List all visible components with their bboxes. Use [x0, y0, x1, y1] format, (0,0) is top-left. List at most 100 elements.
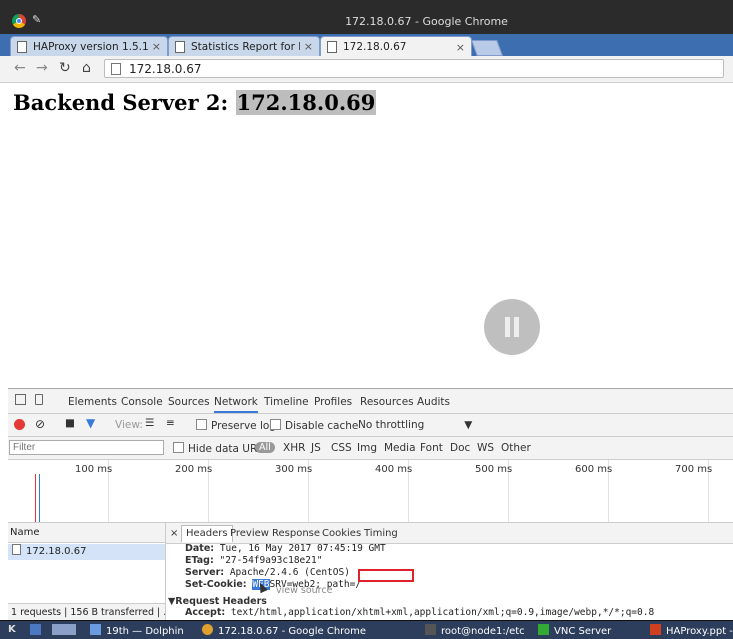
inspect-element-icon[interactable]	[15, 394, 26, 405]
address-bar[interactable]: 172.18.0.67	[104, 59, 724, 78]
close-icon[interactable]: ×	[304, 40, 313, 53]
tab-active-page[interactable]: 172.18.0.67 ×	[320, 36, 472, 57]
filter-font[interactable]: Font	[420, 442, 443, 454]
taskbar-dolphin[interactable]: 19th — Dolphin	[90, 624, 184, 637]
timeline-label: 200 ms	[175, 464, 213, 475]
timeline-label: 700 ms	[675, 464, 713, 475]
browser-toolbar: ← → ↻ ⌂ 172.18.0.67	[0, 56, 733, 83]
tab-console[interactable]: Console	[121, 396, 163, 408]
clear-icon[interactable]: ⊘	[35, 417, 45, 431]
timeline-label: 500 ms	[475, 464, 513, 475]
close-detail-icon[interactable]: ×	[170, 528, 178, 539]
header-value: Tue, 16 May 2017 07:45:19 GMT	[214, 543, 386, 554]
back-arrow-icon[interactable]: ←	[14, 60, 26, 76]
header-set-cookie: Set-Cookie: WEBSRV=web2; path=/	[185, 579, 361, 590]
reload-icon[interactable]: ↻	[59, 60, 71, 76]
list-view-icon[interactable]: ☰	[145, 417, 154, 429]
filter-all-label: All	[255, 442, 275, 453]
filter-xhr[interactable]: XHR	[283, 442, 305, 454]
device-mode-icon[interactable]	[35, 394, 43, 405]
timeline-label: 300 ms	[275, 464, 313, 475]
record-icon[interactable]	[14, 419, 25, 430]
tab-sources[interactable]: Sources	[168, 396, 210, 408]
chevron-down-icon: ▼	[464, 419, 473, 431]
disable-cache-checkbox[interactable]: Disable cache	[270, 419, 358, 432]
new-tab-button[interactable]	[471, 40, 503, 56]
tab-resources[interactable]: Resources	[360, 396, 414, 408]
timeline-label: 400 ms	[375, 464, 413, 475]
header-server: Server: Apache/2.4.6 (CentOS)	[185, 567, 350, 578]
tab-label: Statistics Report for HAProxy	[191, 40, 300, 53]
tab-timeline[interactable]: Timeline	[264, 396, 309, 408]
tab-haproxy-version[interactable]: HAProxy version 1.5.19 ×	[10, 36, 168, 56]
filter-js[interactable]: JS	[311, 442, 321, 454]
header-key: Set-Cookie:	[185, 579, 247, 590]
header-value: Apache/2.4.6 (CentOS)	[224, 567, 350, 578]
checkbox-icon	[196, 419, 207, 430]
tab-audits[interactable]: Audits	[417, 396, 450, 408]
taskbar-chrome[interactable]: 172.18.0.67 - Google Chrome	[202, 624, 366, 637]
kde-menu-icon[interactable]: K	[8, 624, 16, 635]
request-headers-section[interactable]: ▼Request Headers	[168, 596, 267, 607]
filter-other[interactable]: Other	[501, 442, 531, 454]
request-list: Name 172.18.0.67 1 requests | 156 B tran…	[8, 523, 166, 621]
request-row[interactable]: 172.18.0.67	[8, 544, 165, 560]
request-name: 172.18.0.67	[26, 546, 87, 557]
filter-input[interactable]	[9, 440, 164, 455]
chrome-icon	[202, 624, 213, 635]
tab-cookies[interactable]: Cookies	[322, 528, 361, 539]
taskbar: K 19th — Dolphin 172.18.0.67 - Google Ch…	[0, 620, 733, 639]
tab-timing[interactable]: Timing	[364, 528, 398, 539]
request-list-header[interactable]: Name	[8, 523, 165, 543]
preserve-log-label: Preserve log	[211, 420, 276, 432]
taskbar-terminal[interactable]: root@node1:/etc	[425, 624, 525, 637]
desktop-pager-icon[interactable]	[52, 624, 81, 637]
view-source-link[interactable]: view source	[276, 585, 332, 596]
waterfall-view-icon[interactable]: ≡	[166, 417, 175, 429]
preserve-log-checkbox[interactable]: Preserve log	[196, 419, 276, 432]
filter-ws[interactable]: WS	[477, 442, 494, 454]
forward-arrow-icon[interactable]: →	[36, 60, 48, 76]
terminal-icon	[425, 624, 436, 635]
pause-icon[interactable]	[484, 299, 540, 355]
address-url: 172.18.0.67	[129, 61, 202, 76]
window-titlebar: ✎ 172.18.0.67 - Google Chrome	[0, 0, 733, 34]
filter-all[interactable]: All	[255, 441, 275, 453]
camera-icon[interactable]: ■	[65, 417, 75, 429]
taskbar-item-label: VNC Server	[554, 626, 612, 637]
home-icon[interactable]: ⌂	[82, 60, 91, 76]
folder-icon	[90, 624, 101, 635]
header-date: Date: Tue, 16 May 2017 07:45:19 GMT	[185, 543, 386, 554]
throttling-select[interactable]: No throttling ▼	[358, 419, 472, 431]
tab-profiles[interactable]: Profiles	[314, 396, 352, 408]
tab-network[interactable]: Network	[214, 396, 258, 413]
window-title: 172.18.0.67 - Google Chrome	[345, 15, 508, 28]
tab-response[interactable]: Response	[272, 528, 320, 539]
filter-media[interactable]: Media	[384, 442, 416, 454]
taskbar-item-label: HAProxy.ppt -	[666, 626, 733, 637]
devtools-panel: Elements Console Sources Network Timelin…	[8, 388, 733, 621]
filter-icon[interactable]: ▼	[86, 416, 95, 430]
taskbar-powerpoint[interactable]: HAProxy.ppt -	[650, 624, 733, 637]
filter-doc[interactable]: Doc	[450, 442, 470, 454]
close-icon[interactable]: ×	[152, 40, 161, 53]
taskbar-vnc[interactable]: VNC Server	[538, 624, 611, 637]
tab-preview[interactable]: Preview	[230, 528, 269, 539]
disable-cache-label: Disable cache	[285, 420, 359, 432]
document-icon	[175, 40, 185, 53]
tab-statistics-report[interactable]: Statistics Report for HAProxy ×	[168, 36, 320, 56]
taskbar-item-label: root@node1:/etc	[441, 626, 525, 637]
mail-icon[interactable]	[30, 624, 46, 637]
close-icon[interactable]: ×	[456, 41, 465, 54]
filter-img[interactable]: Img	[357, 442, 377, 454]
tab-elements[interactable]: Elements	[68, 396, 117, 408]
filter-css[interactable]: CSS	[331, 442, 352, 454]
load-event-marker	[35, 474, 36, 522]
document-icon	[327, 41, 337, 53]
request-summary: 1 requests | 156 B transferred | ...	[8, 603, 165, 621]
taskbar-item-label: 19th — Dolphin	[106, 626, 184, 637]
network-timeline-overview[interactable]: 100 ms 200 ms 300 ms 400 ms 500 ms 600 m…	[8, 460, 733, 523]
tab-headers[interactable]: Headers	[181, 525, 233, 542]
view-label: View:	[115, 419, 143, 431]
heading-prefix: Backend Server 2:	[13, 90, 236, 115]
